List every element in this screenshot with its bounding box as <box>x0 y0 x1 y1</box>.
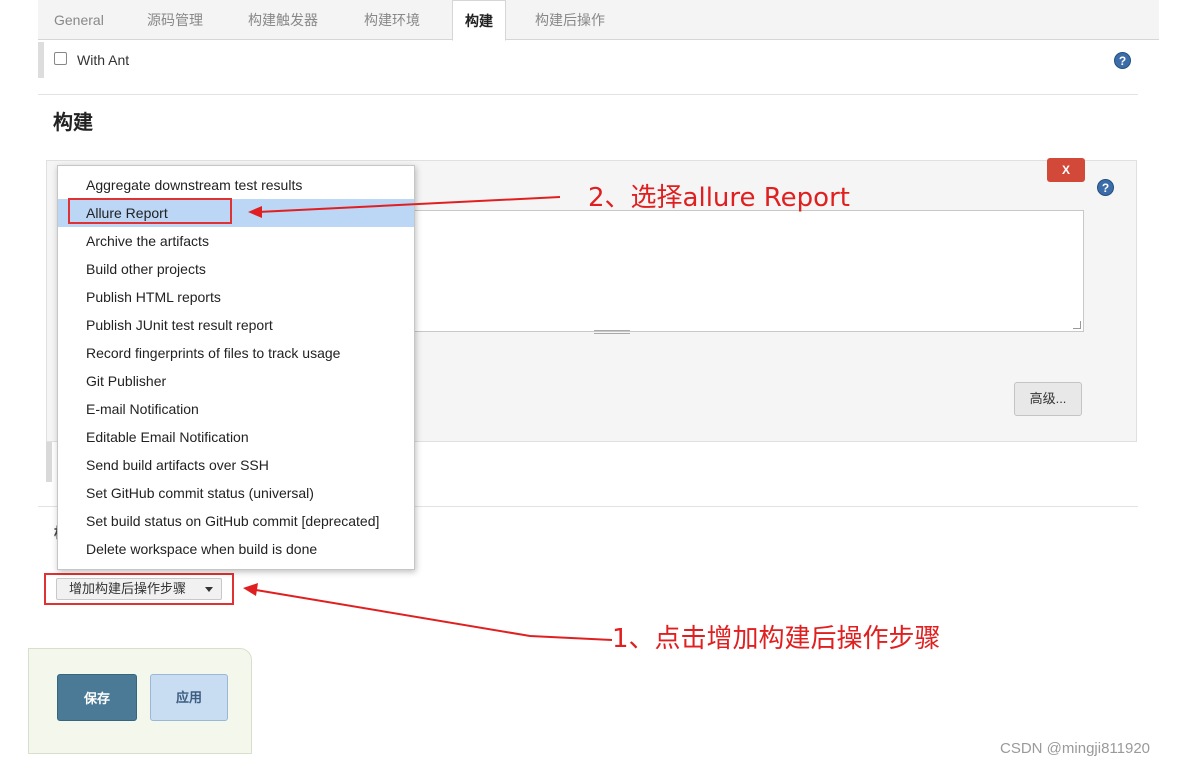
question-circle-icon[interactable]: ? <box>1097 179 1114 196</box>
tab-bar: General 源码管理 构建触发器 构建环境 构建 构建后操作 <box>38 0 1159 41</box>
menu-item[interactable]: Build other projects <box>58 255 414 283</box>
add-step-label: 增加构建后操作步骤 <box>69 581 187 596</box>
menu-item[interactable]: Publish HTML reports <box>58 283 414 311</box>
menu-item[interactable]: Aggregate downstream test results <box>58 171 414 199</box>
textarea-drag-handle[interactable] <box>594 330 630 334</box>
menu-item[interactable]: Set build status on GitHub commit [depre… <box>58 507 414 535</box>
annotation-step-1: 1、点击增加构建后操作步骤 <box>612 624 941 654</box>
post-build-action-menu: Aggregate downstream test results Allure… <box>57 165 415 570</box>
with-ant-checkbox[interactable] <box>54 52 67 65</box>
menu-item[interactable]: E-mail Notification <box>58 395 414 423</box>
tab-post-build-actions[interactable]: 构建后操作 <box>535 0 605 40</box>
ant-section-bar <box>38 42 44 78</box>
section-title-build: 构建 <box>53 112 93 134</box>
add-step-highlight-box: 增加构建后操作步骤 <box>44 573 234 605</box>
section-divider <box>38 94 1138 95</box>
menu-item[interactable]: Publish JUnit test result report <box>58 311 414 339</box>
annotation-step-2: 2、选择allure Report <box>588 183 850 213</box>
menu-item[interactable]: Set GitHub commit status (universal) <box>58 479 414 507</box>
allure-highlight-box <box>68 198 232 224</box>
menu-item[interactable]: Delete workspace when build is done <box>58 535 414 563</box>
question-circle-icon[interactable]: ? <box>1114 52 1131 69</box>
tab-build-triggers[interactable]: 构建触发器 <box>248 0 318 40</box>
tab-general[interactable]: General <box>54 0 104 40</box>
menu-item[interactable]: Editable Email Notification <box>58 423 414 451</box>
delete-step-button[interactable]: X <box>1047 158 1085 182</box>
tab-build[interactable]: 构建 <box>452 0 506 41</box>
resize-grip-icon[interactable] <box>1073 321 1081 329</box>
advanced-button[interactable]: 高级... <box>1014 382 1082 416</box>
command-textarea[interactable] <box>408 210 1084 332</box>
add-post-build-step-button[interactable]: 增加构建后操作步骤 <box>56 578 222 600</box>
tab-build-environment[interactable]: 构建环境 <box>364 0 420 40</box>
tab-source-control[interactable]: 源码管理 <box>147 0 203 40</box>
menu-item[interactable]: Send build artifacts over SSH <box>58 451 414 479</box>
save-button[interactable]: 保存 <box>57 674 137 721</box>
menu-item[interactable]: Git Publisher <box>58 367 414 395</box>
with-ant-label: With Ant <box>77 52 130 68</box>
caret-down-icon <box>205 587 213 592</box>
menu-item[interactable]: Record fingerprints of files to track us… <box>58 339 414 367</box>
watermark: CSDN @mingji811920 <box>1000 740 1151 757</box>
menu-item[interactable]: Archive the artifacts <box>58 227 414 255</box>
apply-button[interactable]: 应用 <box>150 674 228 721</box>
